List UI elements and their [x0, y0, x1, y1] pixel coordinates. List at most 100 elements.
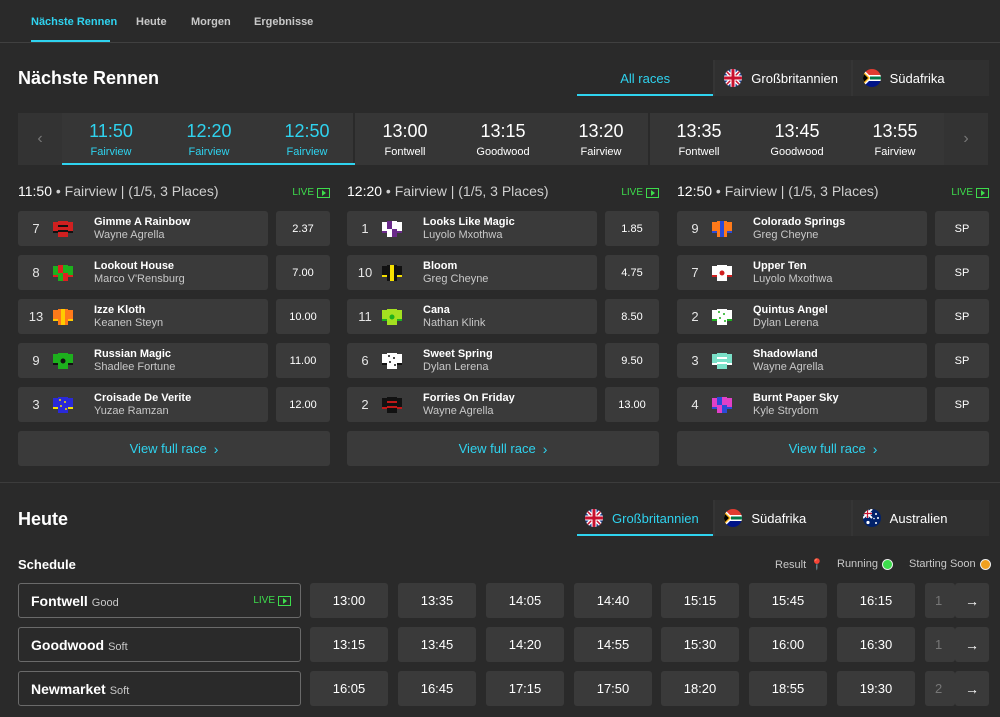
race-time-button[interactable]: 16:30 — [837, 627, 915, 662]
race-time-button[interactable]: 13:00 — [310, 583, 388, 618]
schedule-next-button[interactable]: → — [955, 671, 989, 706]
race-slot[interactable]: 11:50 Fairview — [62, 113, 160, 165]
runner-info[interactable]: 9 Russian Magic Shadlee Fortune — [18, 343, 268, 378]
meeting-card[interactable]: Fontwell Good LIVE — [18, 583, 301, 618]
race-time-button[interactable]: 16:45 — [398, 671, 476, 706]
slot-time: 13:55 — [872, 121, 918, 141]
view-full-race-button[interactable]: View full race › — [677, 431, 989, 466]
runner-info[interactable]: 2 Quintus Angel Dylan Lerena — [677, 299, 927, 334]
race-slot[interactable]: 13:45 Goodwood — [748, 113, 846, 165]
tab-ergebnisse[interactable]: Ergebnisse — [254, 16, 313, 28]
runner-info[interactable]: 9 Colorado Springs Greg Cheyne — [677, 211, 927, 246]
race-time-button[interactable]: 16:00 — [749, 627, 827, 662]
odds-button[interactable]: 9.50 — [605, 343, 659, 378]
running-dot-icon — [881, 558, 893, 570]
odds-button[interactable]: SP — [935, 255, 989, 290]
race-slot[interactable]: 13:20 Fairview — [552, 113, 650, 165]
south-africa-flag-icon — [862, 69, 881, 87]
race-time-button[interactable]: 18:20 — [661, 671, 739, 706]
race-time-button[interactable]: 15:45 — [749, 583, 827, 618]
runner-info[interactable]: 8 Lookout House Marco V'Rensburg — [18, 255, 268, 290]
odds-button[interactable]: SP — [935, 211, 989, 246]
jockey-name: Marco V'Rensburg — [94, 273, 185, 285]
horse-name: Sweet Spring — [423, 348, 493, 360]
tab-morgen[interactable]: Morgen — [191, 16, 231, 28]
strip-next-button[interactable]: › — [944, 113, 988, 165]
odds-button[interactable]: 12.00 — [276, 387, 330, 422]
race-time-button[interactable]: 15:15 — [661, 583, 739, 618]
race-time-button[interactable]: 14:05 — [486, 583, 564, 618]
runner-info[interactable]: 7 Upper Ten Luyolo Mxothwa — [677, 255, 927, 290]
race-slot[interactable]: 13:35 Fontwell — [650, 113, 748, 165]
race-slot[interactable]: 12:50 Fairview — [258, 113, 356, 165]
runner-info[interactable]: 13 Izze Kloth Keanen Steyn — [18, 299, 268, 334]
view-full-race-button[interactable]: View full race › — [347, 431, 659, 466]
filter-suedafrika[interactable]: Südafrika — [852, 60, 989, 96]
live-badge[interactable]: LIVE — [951, 187, 989, 198]
filter-all-races[interactable]: All races — [577, 60, 714, 96]
race-time-button[interactable]: 15:30 — [661, 627, 739, 662]
race-slot[interactable]: 13:15 Goodwood — [454, 113, 552, 165]
odds-button[interactable]: 11.00 — [276, 343, 330, 378]
odds-button[interactable]: 2.37 — [276, 211, 330, 246]
runner-info[interactable]: 7 Gimme A Rainbow Wayne Agrella — [18, 211, 268, 246]
slot-venue: Goodwood — [770, 146, 824, 158]
race-time-label: 18:55 — [771, 681, 805, 696]
odds-button[interactable]: SP — [935, 299, 989, 334]
race-time-button[interactable]: 13:15 — [310, 627, 388, 662]
live-badge[interactable]: LIVE — [621, 187, 659, 198]
today-filter-australien[interactable]: Australien — [852, 500, 990, 536]
race-time-button-partial[interactable]: 1 — [925, 583, 955, 618]
tab-heute[interactable]: Heute — [136, 16, 167, 28]
runner-info[interactable]: 10 Bloom Greg Cheyne — [347, 255, 597, 290]
race-time-button[interactable]: 16:05 — [310, 671, 388, 706]
view-full-race-button[interactable]: View full race › — [18, 431, 330, 466]
meeting-card[interactable]: Goodwood Soft — [18, 627, 301, 662]
arrow-right-icon: → — [965, 592, 979, 609]
race-time-button[interactable]: 14:40 — [574, 583, 652, 618]
odds-button[interactable]: 4.75 — [605, 255, 659, 290]
schedule-next-button[interactable]: → — [955, 583, 989, 618]
race-time-button[interactable]: 16:15 — [837, 583, 915, 618]
race-time-button[interactable]: 14:55 — [574, 627, 652, 662]
today-filter-grossbritannien[interactable]: Großbritannien — [577, 500, 714, 536]
runner-info[interactable]: 1 Looks Like Magic Luyolo Mxothwa — [347, 211, 597, 246]
race-time-button[interactable]: 13:35 — [398, 583, 476, 618]
next-races-title: Nächste Rennen — [18, 68, 160, 88]
odds-button[interactable]: 10.00 — [276, 299, 330, 334]
race-time-button[interactable]: 17:50 — [574, 671, 652, 706]
odds-button[interactable]: SP — [935, 387, 989, 422]
race-slot[interactable]: 12:20 Fairview — [160, 113, 258, 165]
live-badge[interactable]: LIVE — [292, 187, 330, 198]
odds-button[interactable]: 7.00 — [276, 255, 330, 290]
race-slot[interactable]: 13:55 Fairview — [846, 113, 944, 165]
race-time-button[interactable]: 18:55 — [749, 671, 827, 706]
race-time-button[interactable]: 19:30 — [837, 671, 915, 706]
runner-number: 11 — [358, 309, 372, 324]
odds-button[interactable]: 1.85 — [605, 211, 659, 246]
runner-info[interactable]: 6 Sweet Spring Dylan Lerena — [347, 343, 597, 378]
odds-button[interactable]: 13.00 — [605, 387, 659, 422]
race-time-button[interactable]: 17:15 — [486, 671, 564, 706]
odds-button[interactable]: SP — [935, 343, 989, 378]
runner-info[interactable]: 4 Burnt Paper Sky Kyle Strydom — [677, 387, 927, 422]
live-badge[interactable]: LIVE — [253, 595, 291, 606]
view-full-race-label: View full race — [788, 441, 866, 456]
schedule-next-button[interactable]: → — [955, 627, 989, 662]
odds-button[interactable]: 8.50 — [605, 299, 659, 334]
race-slot[interactable]: 13:00 Fontwell — [356, 113, 454, 165]
race-time-button-partial[interactable]: 1 — [925, 627, 955, 662]
filter-grossbritannien[interactable]: Großbritannien — [715, 60, 851, 96]
meeting-card[interactable]: Newmarket Soft — [18, 671, 301, 706]
runner-info[interactable]: 3 Shadowland Wayne Agrella — [677, 343, 927, 378]
runner-info[interactable]: 2 Forries On Friday Wayne Agrella — [347, 387, 597, 422]
race-time-button[interactable]: 14:20 — [486, 627, 564, 662]
race-time-button[interactable]: 13:45 — [398, 627, 476, 662]
going-label: Good — [91, 597, 119, 609]
strip-prev-button[interactable]: ‹ — [18, 113, 62, 165]
runner-info[interactable]: 11 Cana Nathan Klink — [347, 299, 597, 334]
race-time-button-partial[interactable]: 2 — [925, 671, 955, 706]
runner-info[interactable]: 3 Croisade De Verite Yuzae Ramzan — [18, 387, 268, 422]
tab-naechste-rennen[interactable]: Nächste Rennen — [31, 16, 117, 28]
today-filter-suedafrika[interactable]: Südafrika — [715, 500, 851, 536]
